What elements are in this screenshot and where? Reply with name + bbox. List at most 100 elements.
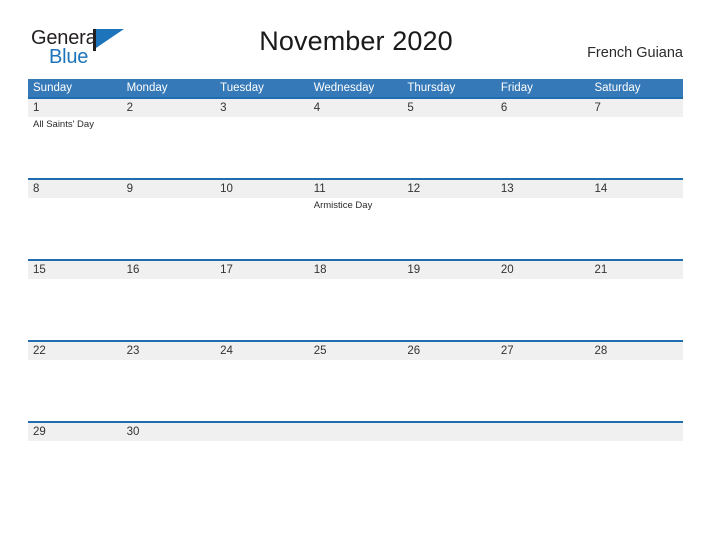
day-number: 5	[407, 100, 496, 117]
day-cell[interactable]: 10	[215, 180, 309, 259]
day-event	[33, 198, 122, 200]
day-number: 20	[501, 262, 590, 279]
day-number: 6	[501, 100, 590, 117]
day-number: 26	[407, 343, 496, 360]
day-cell[interactable]: 15	[28, 261, 122, 340]
day-number: 7	[594, 100, 683, 117]
day-number: 15	[33, 262, 122, 279]
weekday-header-sunday: Sunday	[28, 79, 122, 97]
day-cell[interactable]: 6	[496, 99, 590, 178]
day-cell[interactable]: 13	[496, 180, 590, 259]
day-event	[594, 198, 683, 200]
day-cell[interactable]: 2	[122, 99, 216, 178]
day-event: All Saints' Day	[33, 117, 122, 131]
day-event	[407, 279, 496, 281]
day-cell[interactable]: 7	[589, 99, 683, 178]
day-number: 4	[314, 100, 403, 117]
day-cell[interactable]: 5	[402, 99, 496, 178]
day-number: 17	[220, 262, 309, 279]
day-number: 13	[501, 181, 590, 198]
day-event	[407, 117, 496, 119]
weekday-header-row: Sunday Monday Tuesday Wednesday Thursday…	[28, 79, 683, 97]
day-event	[594, 360, 683, 362]
day-event	[314, 279, 403, 281]
day-cell-empty	[215, 423, 309, 502]
day-number: 25	[314, 343, 403, 360]
day-cell[interactable]: 14	[589, 180, 683, 259]
weekday-header-friday: Friday	[496, 79, 590, 97]
day-number: 1	[33, 100, 122, 117]
day-number: 10	[220, 181, 309, 198]
day-number: 9	[127, 181, 216, 198]
day-number: 12	[407, 181, 496, 198]
day-cell[interactable]: 26	[402, 342, 496, 421]
day-number: 30	[127, 424, 216, 441]
day-event	[220, 360, 309, 362]
day-cell[interactable]: 25	[309, 342, 403, 421]
weekday-header-wednesday: Wednesday	[309, 79, 403, 97]
page-header: General Blue November 2020 French Guiana	[0, 0, 712, 52]
day-event	[314, 360, 403, 362]
day-cell[interactable]: 17	[215, 261, 309, 340]
day-number: 14	[594, 181, 683, 198]
weekday-header-thursday: Thursday	[402, 79, 496, 97]
day-event: Armistice Day	[314, 198, 403, 212]
week-row: 8 9 10 11 Armistice Day 12 13	[28, 178, 683, 259]
calendar-grid: Sunday Monday Tuesday Wednesday Thursday…	[28, 79, 683, 502]
day-cell[interactable]: 22	[28, 342, 122, 421]
day-event	[501, 117, 590, 119]
day-cell[interactable]: 24	[215, 342, 309, 421]
day-cell-empty	[496, 423, 590, 502]
day-cell[interactable]: 30	[122, 423, 216, 502]
day-number: 19	[407, 262, 496, 279]
day-number: 27	[501, 343, 590, 360]
day-event	[501, 360, 590, 362]
day-cell-empty	[309, 423, 403, 502]
day-event	[127, 117, 216, 119]
day-cell[interactable]: 9	[122, 180, 216, 259]
day-event	[594, 279, 683, 281]
day-cell[interactable]: 8	[28, 180, 122, 259]
day-event	[407, 360, 496, 362]
weekday-header-monday: Monday	[122, 79, 216, 97]
day-cell[interactable]: 16	[122, 261, 216, 340]
weekday-header-tuesday: Tuesday	[215, 79, 309, 97]
day-event	[314, 117, 403, 119]
day-event	[501, 198, 590, 200]
day-number: 16	[127, 262, 216, 279]
day-cell-empty	[589, 423, 683, 502]
day-event	[220, 279, 309, 281]
weekday-header-saturday: Saturday	[589, 79, 683, 97]
day-number: 22	[33, 343, 122, 360]
day-event	[33, 441, 122, 443]
day-cell[interactable]: 23	[122, 342, 216, 421]
day-number: 3	[220, 100, 309, 117]
day-cell[interactable]: 1 All Saints' Day	[28, 99, 122, 178]
day-number: 18	[314, 262, 403, 279]
day-cell[interactable]: 4	[309, 99, 403, 178]
day-cell[interactable]: 12	[402, 180, 496, 259]
day-event	[33, 360, 122, 362]
week-row: 15 16 17 18 19 20	[28, 259, 683, 340]
day-cell[interactable]: 18	[309, 261, 403, 340]
day-number: 28	[594, 343, 683, 360]
day-number: 29	[33, 424, 122, 441]
week-row: 22 23 24 25 26 27	[28, 340, 683, 421]
day-cell[interactable]: 28	[589, 342, 683, 421]
day-event	[594, 117, 683, 119]
day-cell[interactable]: 29	[28, 423, 122, 502]
day-cell[interactable]: 20	[496, 261, 590, 340]
day-event	[220, 198, 309, 200]
day-number: 8	[33, 181, 122, 198]
day-cell[interactable]: 21	[589, 261, 683, 340]
day-cell[interactable]: 3	[215, 99, 309, 178]
day-cell[interactable]: 11 Armistice Day	[309, 180, 403, 259]
day-number: 2	[127, 100, 216, 117]
day-event	[33, 279, 122, 281]
day-number: 24	[220, 343, 309, 360]
day-cell[interactable]: 27	[496, 342, 590, 421]
day-event	[501, 279, 590, 281]
day-event	[220, 117, 309, 119]
day-cell[interactable]: 19	[402, 261, 496, 340]
day-event	[127, 279, 216, 281]
